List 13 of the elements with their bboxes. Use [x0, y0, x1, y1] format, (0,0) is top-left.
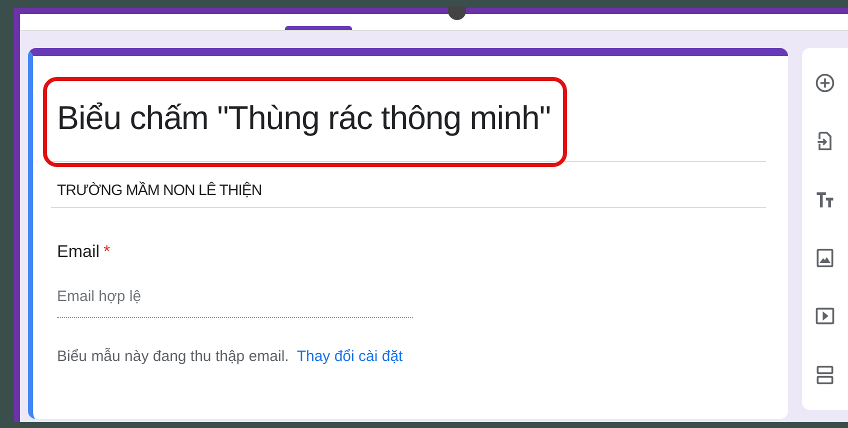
settings-link[interactable]: Thay đổi cài đặt [296, 348, 403, 365]
required-mark: * [104, 242, 110, 262]
question-label: Email [57, 242, 100, 262]
section-icon [814, 364, 836, 386]
form-title: Biểu chấm "Thùng rác thông minh" [57, 100, 551, 136]
avatar-icon [448, 6, 466, 20]
form-description: TRƯỜNG MẦM NON LÊ THIỆN [51, 162, 766, 208]
add-icon [814, 72, 836, 94]
video-icon [814, 305, 836, 328]
email-field[interactable]: Email hợp lệ [57, 288, 413, 318]
notice-text: Biểu mẫu này đang thu thập email. [57, 348, 289, 365]
tab-indicator [285, 26, 352, 30]
image-icon [814, 247, 836, 270]
